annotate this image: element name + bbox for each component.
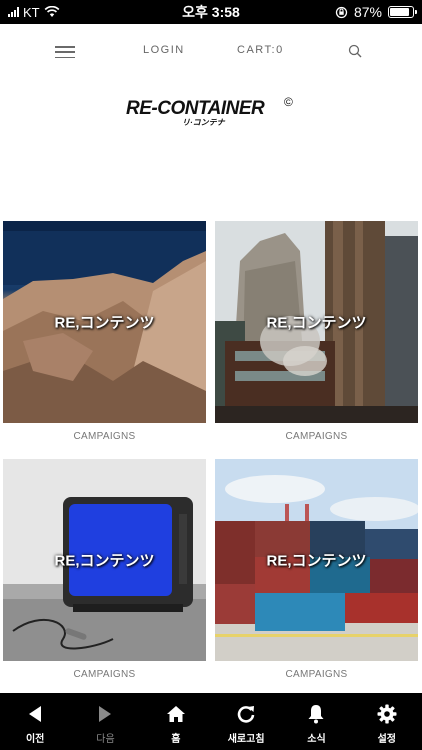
campaign-image[interactable]: RE,コンテンツ [3,459,206,661]
campaign-image[interactable]: RE,コンテンツ [3,221,206,423]
forward-label: 다음 [96,734,115,745]
brand-logo[interactable]: RE-CONTAINER © リ·コンテナ [126,95,296,130]
campaign-title: RE,コンテンツ [54,314,155,332]
battery-level [390,8,410,16]
settings-label: 설정 [377,734,396,745]
cart-link[interactable]: CART:0 [237,44,284,56]
rotation-lock-icon [335,6,348,18]
refresh-label: 새로고침 [227,734,265,745]
back-button[interactable]: 이전 [0,693,70,750]
refresh-button[interactable]: 새로고침 [211,693,281,750]
back-label: 이전 [25,734,45,745]
campaign-caption[interactable]: CAMPAIGNS [215,431,418,442]
campaign-title: RE,コンテンツ [266,314,367,332]
logo-copyright-mark: © [284,95,293,109]
gear-icon [376,703,398,725]
home-icon [165,703,187,725]
bell-icon [305,703,327,725]
campaign-card[interactable]: RE,コンテンツ CAMPAIGNS [3,221,206,442]
news-label: 소식 [307,734,326,745]
hamburger-menu-icon[interactable] [55,46,75,58]
search-icon[interactable] [348,44,362,58]
campaign-image[interactable]: RE,コンテンツ [215,221,418,423]
campaign-caption[interactable]: CAMPAIGNS [3,431,206,442]
news-button[interactable]: 소식 [281,693,351,750]
settings-button[interactable]: 설정 [352,693,422,750]
battery-percent: 87% [353,4,382,20]
home-button[interactable]: 홈 [141,693,211,750]
forward-arrow-icon [94,703,116,725]
campaign-caption[interactable]: CAMPAIGNS [3,669,206,680]
campaign-image[interactable]: RE,コンテンツ [215,459,418,661]
battery-icon [388,6,417,18]
forward-button[interactable]: 다음 [70,693,140,750]
campaign-caption[interactable]: CAMPAIGNS [215,669,418,680]
back-arrow-icon [24,703,46,725]
campaign-card[interactable]: RE,コンテンツ CAMPAIGNS [215,459,418,680]
status-bar: KT 오후 3:58 87% [0,0,422,24]
campaign-card[interactable]: RE,コンテンツ CAMPAIGNS [215,221,418,442]
login-link[interactable]: LOGIN [143,44,185,56]
campaign-title: RE,コンテンツ [266,552,367,570]
top-nav: LOGIN CART:0 [0,24,422,78]
status-right: 87% [335,0,417,24]
home-label: 홈 [171,734,181,745]
logo-subtitle: リ·コンテナ [182,118,225,127]
campaign-card[interactable]: RE,コンテンツ CAMPAIGNS [3,459,206,680]
refresh-icon [235,703,257,725]
bottom-toolbar: 이전 다음 홈 새로고침 소식 설정 [0,693,422,750]
campaign-title: RE,コンテンツ [54,552,155,570]
